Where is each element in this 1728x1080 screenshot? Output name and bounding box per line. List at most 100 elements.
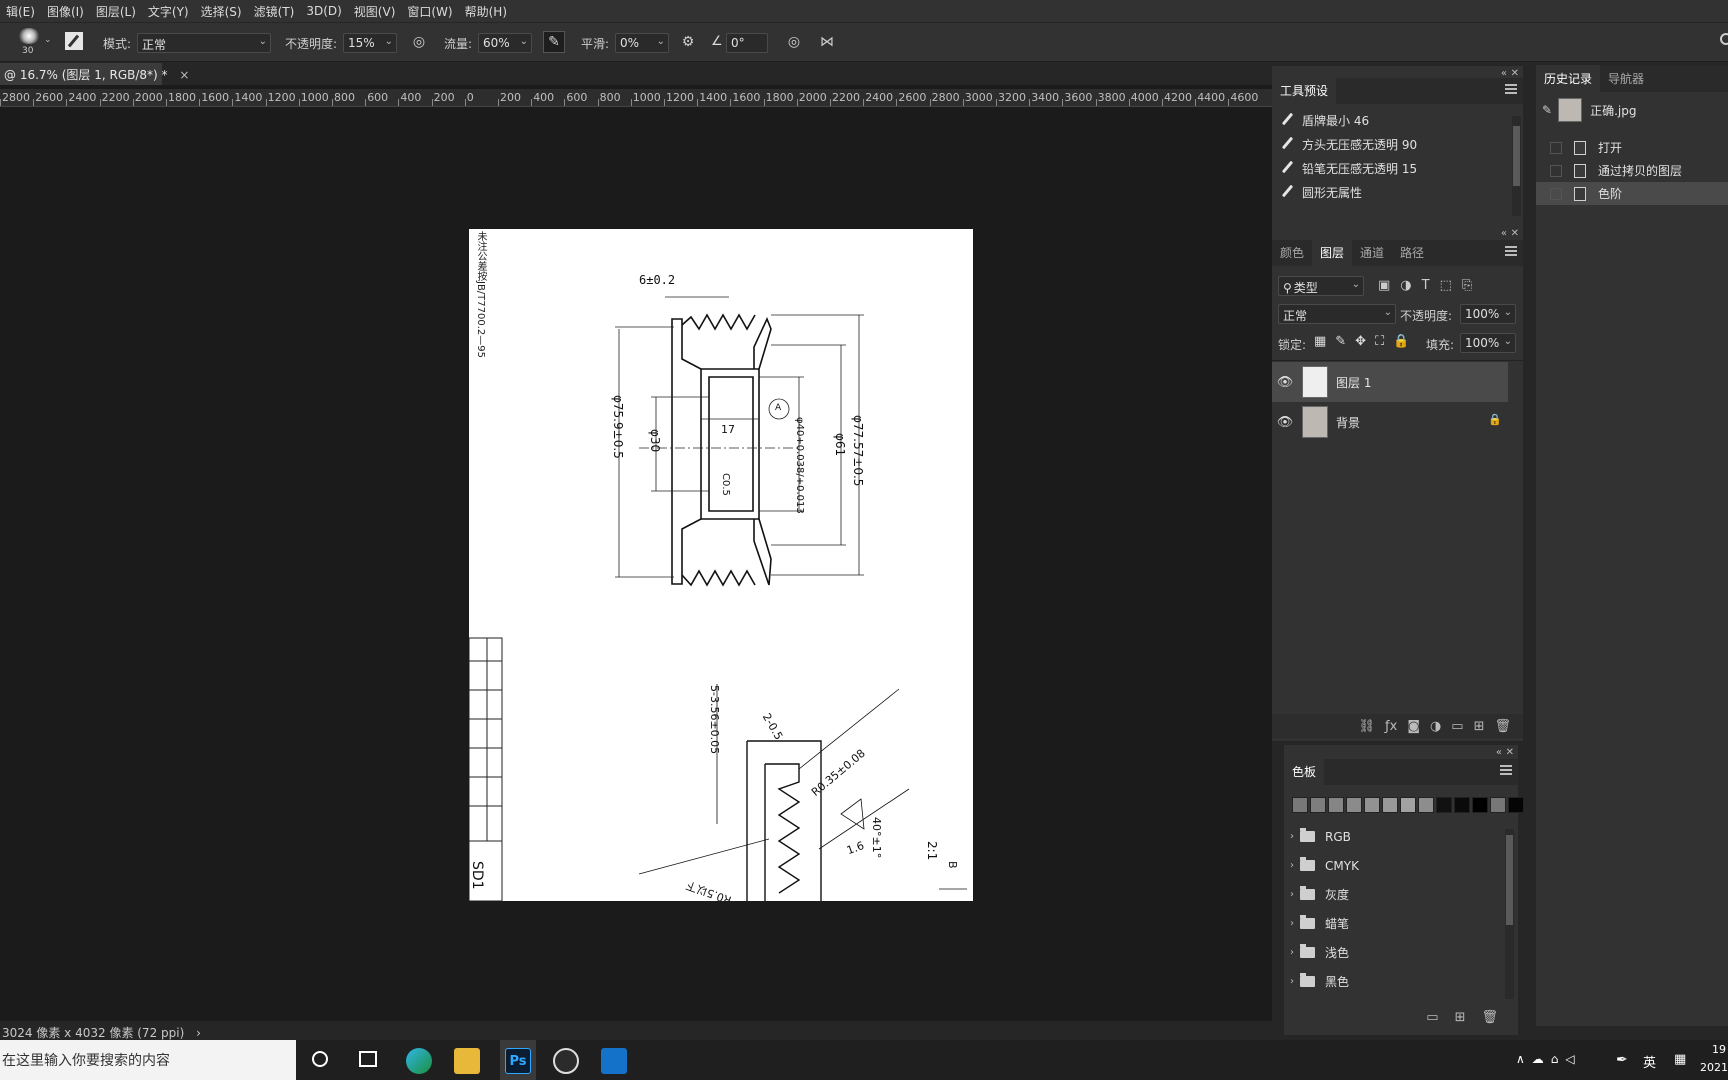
swatch-group[interactable]: › CMYK (1284, 851, 1504, 880)
color-swatch[interactable] (1292, 797, 1308, 813)
scrollbar[interactable] (1505, 829, 1514, 999)
tab-swatches[interactable]: 色板 (1284, 758, 1325, 785)
swatch-group[interactable]: › RGB (1284, 822, 1504, 851)
color-swatch[interactable] (1346, 797, 1362, 813)
tab-channels[interactable]: 通道 (1352, 239, 1392, 266)
swatch-group[interactable]: › 灰度 (1284, 880, 1504, 909)
tab-paths[interactable]: 路径 (1392, 239, 1432, 266)
adjustment-icon[interactable]: ◑ (1430, 719, 1441, 734)
pen-icon[interactable]: ✒ (1616, 1052, 1628, 1068)
trash-icon[interactable]: 🗑 (1494, 719, 1511, 734)
layer-row[interactable]: 👁 图层 1 (1272, 362, 1508, 402)
search-icon[interactable] (1720, 33, 1728, 45)
brush-settings-icon[interactable] (65, 32, 83, 50)
edge-icon[interactable] (406, 1048, 432, 1074)
ime-indicator[interactable]: 英 (1643, 1052, 1656, 1071)
preset-item[interactable]: 盾牌最小 46 (1272, 108, 1510, 132)
color-swatch[interactable] (1418, 797, 1434, 813)
system-tray-icons[interactable]: ∧☁⌂◁ (1516, 1052, 1582, 1066)
history-checkbox[interactable] (1550, 164, 1562, 177)
swatch-group[interactable]: › 蜡笔 (1284, 909, 1504, 938)
fill-input[interactable]: 100% ⌄ (1460, 333, 1516, 353)
mode-select[interactable]: 正常 ⌄ (137, 33, 271, 53)
fx-icon[interactable]: ƒx (1385, 719, 1397, 734)
color-swatch[interactable] (1490, 797, 1506, 813)
panel-menu-icon[interactable] (1505, 84, 1517, 94)
folder-icon[interactable]: ▭ (1451, 719, 1463, 734)
layer-name[interactable]: 背景 (1336, 414, 1360, 431)
layer-opacity-input[interactable]: 100% ⌄ (1460, 304, 1516, 324)
opacity-input[interactable]: 15% ⌄ (343, 33, 397, 53)
airbrush-icon[interactable]: ✎ (543, 31, 565, 53)
smoothing-input[interactable]: 0% ⌄ (615, 33, 669, 53)
color-swatch[interactable] (1400, 797, 1416, 813)
eye-icon[interactable]: 👁 (1272, 375, 1298, 390)
history-item[interactable]: 通过拷贝的图层 (1536, 159, 1728, 182)
brush-preview-icon[interactable] (18, 28, 40, 44)
taskbar-search-input[interactable]: 在这里输入你要搜索的内容 (0, 1040, 296, 1080)
folder-icon[interactable]: ▭ (1426, 1010, 1438, 1025)
history-item[interactable]: 打开 (1536, 136, 1728, 159)
tab-layers[interactable]: 图层 (1312, 239, 1353, 266)
symmetry-butterfly-icon[interactable]: ⋈ (816, 31, 838, 53)
status-menu-arrow-icon[interactable]: › (196, 1026, 201, 1040)
history-checkbox[interactable] (1550, 187, 1562, 200)
menu-type[interactable]: 文字(Y) (142, 3, 195, 20)
color-swatch[interactable] (1508, 797, 1524, 813)
preset-item[interactable]: 铅笔无压感无透明 15 (1272, 156, 1510, 180)
history-item[interactable]: 色阶 (1536, 182, 1728, 205)
color-swatch[interactable] (1454, 797, 1470, 813)
keyboard-icon[interactable]: ▦ (1674, 1052, 1686, 1067)
menu-edit[interactable]: 辑(E) (0, 3, 41, 20)
pressure-size-icon[interactable]: ◎ (783, 31, 805, 53)
color-swatch[interactable] (1472, 797, 1488, 813)
swatch-group[interactable]: › 浅色 (1284, 938, 1504, 967)
collapse-icon[interactable]: « (1501, 228, 1507, 239)
close-icon[interactable]: × (179, 68, 189, 82)
layer-name[interactable]: 图层 1 (1336, 374, 1371, 391)
menu-window[interactable]: 窗口(W) (401, 3, 458, 20)
panel-menu-icon[interactable] (1505, 246, 1517, 256)
menu-view[interactable]: 视图(V) (348, 3, 402, 20)
canvas-image[interactable]: 未注公差按JB/T7700.2—95 6±0.2 φ75.9±0.5 φ30 1… (469, 229, 973, 901)
menu-filter[interactable]: 滤镜(T) (248, 3, 301, 20)
menu-3d[interactable]: 3D(D) (300, 4, 347, 18)
file-explorer-icon[interactable] (454, 1048, 480, 1074)
angle-input[interactable]: 0° (726, 33, 768, 53)
history-snapshot[interactable]: ✎ 正确.jpg (1536, 92, 1728, 128)
color-swatch[interactable] (1328, 797, 1344, 813)
cortana-icon[interactable] (312, 1051, 328, 1067)
layer-filter-select[interactable]: ⚲ 类型 ⌄ (1278, 276, 1364, 296)
document-tab[interactable]: @ 16.7% (图层 1, RGB/8*) * × (0, 63, 189, 85)
pressure-opacity-icon[interactable]: ◎ (408, 31, 430, 53)
tab-tool-presets[interactable]: 工具预设 (1272, 77, 1337, 104)
mask-icon[interactable]: ◙ (1407, 719, 1420, 734)
new-layer-icon[interactable]: ⊞ (1474, 719, 1485, 734)
menu-layer[interactable]: 图层(L) (90, 3, 142, 20)
photos-icon[interactable] (601, 1048, 627, 1074)
task-view-icon[interactable] (359, 1051, 377, 1067)
new-swatch-icon[interactable]: ⊞ (1455, 1010, 1466, 1025)
color-swatch[interactable] (1436, 797, 1452, 813)
lock-icons[interactable]: ▦✎✥⛶🔒 (1314, 334, 1418, 349)
history-checkbox[interactable] (1550, 141, 1562, 154)
eye-icon[interactable]: 👁 (1272, 415, 1298, 430)
color-swatch[interactable] (1364, 797, 1380, 813)
panel-menu-icon[interactable] (1500, 765, 1512, 775)
color-swatch[interactable] (1310, 797, 1326, 813)
collapse-icon[interactable]: « (1496, 747, 1502, 758)
layer-row[interactable]: 👁 背景 🔒 (1272, 402, 1508, 442)
flow-input[interactable]: 60% ⌄ (478, 33, 532, 53)
close-icon[interactable]: ✕ (1511, 228, 1519, 239)
tab-navigator[interactable]: 导航器 (1600, 65, 1652, 92)
link-icon[interactable]: ⛓ (1359, 719, 1376, 734)
brush-picker-chevron-icon[interactable]: ⌄ (44, 35, 52, 45)
gear-icon[interactable]: ⚙ (677, 31, 699, 53)
close-icon[interactable]: ✕ (1506, 747, 1514, 758)
scrollbar[interactable] (1512, 116, 1521, 216)
layer-filter-icons[interactable]: ▣◑T⬚⎘ (1378, 278, 1482, 293)
obs-icon[interactable] (553, 1048, 579, 1074)
preset-item[interactable]: 方头无压感无透明 90 (1272, 132, 1510, 156)
menu-select[interactable]: 选择(S) (195, 3, 248, 20)
tab-color[interactable]: 颜色 (1272, 239, 1312, 266)
